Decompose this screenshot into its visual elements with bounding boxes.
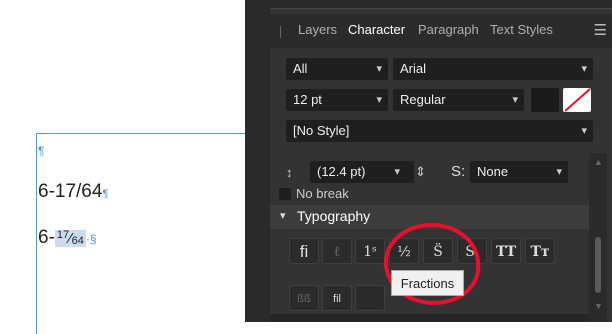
ligatures-icon[interactable]: fi [289,238,319,264]
fraction-numerator: 17 [56,229,70,241]
tab-paragraph[interactable]: Paragraph [418,22,479,37]
discretionary-ligature-icon[interactable]: ℓ [322,238,352,264]
fractions-tooltip: Fractions [391,270,464,296]
scope-dropdown-value: All [293,61,308,76]
character-style-value: [No Style] [293,123,350,138]
scope-dropdown[interactable]: All ▾ [286,58,388,80]
paragraph-mark: ¶ [38,144,45,158]
leading-field[interactable]: (12.4 pt) ▾ [310,161,414,183]
chevron-down-icon: ▾ [376,63,382,75]
selected-fraction[interactable]: 17⁄64 [54,229,86,247]
ordinals-icon[interactable]: 1ˢ [355,238,385,264]
hidden-option-icon[interactable] [355,285,385,311]
tab-text-styles[interactable]: Text Styles [490,22,553,37]
chevron-down-icon: ▾ [280,210,286,222]
character-style-dropdown[interactable]: [No Style] ▾ [286,120,593,142]
leading-value: (12.4 pt) [317,164,366,179]
font-size-value: 12 pt [293,92,322,107]
section-mark: ·§ [85,232,97,246]
alternate-glyph-icon[interactable]: ßß [289,285,319,311]
hamburger-menu-icon[interactable]: ☰ [594,21,607,39]
chevron-down-icon: ▾ [581,125,587,137]
no-break-checkbox[interactable] [279,188,291,200]
line1-text: 6-17/64 [38,181,103,202]
scroll-up-arrow-icon[interactable]: ▲ [594,157,603,167]
chevron-down-icon: ▾ [376,94,382,106]
line2-prefix: 6- [38,227,55,248]
text-fill-swatch[interactable] [531,88,559,112]
font-family-value: Arial [400,61,427,76]
font-style-value: Regular [400,92,446,107]
baseline-position-value: None [477,164,509,179]
baseline-position-dropdown[interactable]: None ▾ [470,161,568,183]
leading-icon: ↕ [286,165,293,180]
font-style-dropdown[interactable]: Regular ▾ [393,89,524,111]
text-line-fraction-plain[interactable]: 6-17/64¶ [38,181,108,203]
stepper-icon[interactable]: ⇕ [415,164,426,180]
panel-scrollbar[interactable]: ▲ ▼ [589,153,607,322]
tab-character[interactable]: Character [348,22,405,37]
tab-divider [280,26,281,38]
scroll-down-arrow-icon[interactable]: ▼ [594,301,603,311]
panel-tab-bar: Layers Character Paragraph Text Styles ☰ [270,14,612,48]
chevron-down-icon: ▾ [581,63,587,75]
chevron-down-icon: ▾ [512,94,518,106]
font-size-field[interactable]: 12 pt ▾ [286,89,388,111]
scroll-thumb[interactable] [595,237,601,293]
fraction-denominator: 64 [71,235,84,247]
font-family-dropdown[interactable]: Arial ▾ [393,58,593,80]
typography-title: Typography [297,208,371,224]
no-fill-slash-icon [564,88,591,112]
no-color-swatch[interactable] [563,88,591,112]
panel-top-strip [270,0,612,9]
document-canvas[interactable]: ¶ 6-17/64¶ 6- 17⁄64 ·§ [0,0,257,334]
baseline-position-label: S: [451,163,466,180]
all-caps-icon[interactable]: TT [491,238,521,264]
panel-bottom-strip [270,314,589,322]
no-break-label: No break [296,186,349,201]
text-line-fraction-styled[interactable]: 6- 17⁄64 ·§ [38,227,97,249]
chevron-down-icon: ▾ [556,166,562,178]
tab-layers[interactable]: Layers [298,22,337,37]
contextual-alternates-icon[interactable]: fil [322,285,352,311]
line1-paragraph-mark: ¶ [102,188,109,200]
small-caps-icon[interactable]: Tт [525,238,555,264]
chevron-down-icon: ▾ [394,166,400,178]
